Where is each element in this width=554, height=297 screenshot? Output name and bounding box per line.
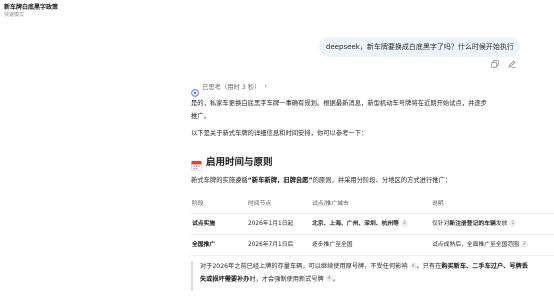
answer-intro: 是的，私家车更换白底黑字车牌一事确有规划。根据最新消息，新型机动车号牌将在近期开… [191, 100, 487, 120]
quote-part-1: 对于2026年之前已经上牌的存量车辆，可以继续使用原号牌，不受任何影响 [200, 263, 408, 270]
note-pre: 仅针对 [432, 221, 450, 227]
copy-icon[interactable] [491, 60, 499, 68]
section-title: 启用时间与原则 [206, 157, 273, 168]
quote-text: 对于2026年之前已经上牌的存量车辆，可以继续使用原号牌，不受任何影响 4 。只有在… [200, 261, 531, 286]
note-bold: 新注册登记的车辆 [449, 221, 496, 227]
table-row: 全国推广 2026年7月1日后 逐步推广至全国 试点成熟后，全面推广至全国范围 2 [191, 235, 554, 256]
thinking-toggle[interactable]: 已思考（用时 3 秒） › [191, 81, 267, 97]
cell-note: 仅针对新注册登记的车辆发放 2 [432, 214, 517, 234]
header-stage: 阶段 [192, 201, 204, 207]
rule-text-pre: 新式车牌的实施遵循 [191, 177, 248, 184]
citation-badge[interactable]: 2 [520, 241, 528, 248]
table-header-row: 阶段 时间节点 试点/推广城市 说明 [191, 194, 554, 214]
cell-stage: 试点实施 [192, 221, 216, 227]
rule-paragraph: 新式车牌的实施遵循“新车新牌，旧牌自愿”的原则，并采用分阶段、分地区的方式进行推… [191, 175, 531, 188]
cell-note: 试点成熟后，全面推广至全国范围 2 [432, 235, 528, 255]
calendar-icon [191, 156, 202, 171]
citation-badge[interactable]: 2 [509, 220, 517, 227]
note-post: 发放 [495, 221, 508, 227]
header-date: 时间节点 [248, 201, 272, 207]
cell-cities: 北京、上海、广州、深圳、杭州等 2 [312, 214, 408, 234]
cell-stage: 全国推广 [192, 242, 216, 248]
citation-badge[interactable]: 4 [409, 262, 417, 270]
answer-lead: 以下是关于新式车牌的详细信息和时间安排，你可以参考一下： [191, 130, 368, 137]
conversation-title: 新车牌白底黑字政策 [4, 4, 59, 11]
message-actions [491, 60, 516, 68]
note-pre: 试点成熟后，全面推广至全国范围 [432, 242, 519, 248]
header-note: 说明 [432, 201, 444, 207]
quote-part-4: 。 [332, 275, 339, 283]
conversation-mode: 快速模式 [4, 12, 25, 18]
conversation-header: 新车牌白底黑字政策 快速模式 [4, 4, 58, 19]
header-cities: 试点/推广城市 [312, 201, 349, 207]
chevron-right-icon: › [264, 82, 267, 90]
cities-text: 北京、上海、广州、深圳、杭州等 [312, 221, 399, 227]
thinking-icon [191, 82, 199, 97]
blockquote: 对于2026年之前已经上牌的存量车辆，可以继续使用原号牌，不受任何影响 4 。只有在… [191, 261, 531, 291]
user-message-bubble: deepseek，新车牌要换成白底黑字了吗？什么时候开始执行 [319, 37, 520, 57]
rule-text-bold: “新车新牌，旧牌自愿” [247, 177, 313, 184]
section-heading: 启用时间与原则 [191, 154, 273, 171]
rule-text-post: 的原则，并采用分阶段、分地区的方式进行推广： [312, 177, 452, 184]
cell-date: 2026年7月1日后 [248, 242, 294, 248]
thinking-label: 已思考（用时 3 秒） [202, 83, 261, 91]
cell-date: 2026年1月1日起 [248, 221, 294, 227]
quote-part-3: 时，才会强制使用新式号牌 [249, 275, 324, 283]
quote-part-2: 。只有在 [416, 263, 442, 270]
edit-icon[interactable] [508, 60, 516, 68]
cell-cities: 逐步推广至全国 [312, 242, 353, 248]
schedule-table: 阶段 时间节点 试点/推广城市 说明 试点实施 2026年1月1日起 北京、上海… [191, 194, 554, 256]
citation-badge[interactable]: 4 [325, 275, 333, 282]
citation-badge[interactable]: 2 [400, 220, 408, 227]
table-row: 试点实施 2026年1月1日起 北京、上海、广州、深圳、杭州等 2 仅针对新注册登… [191, 214, 554, 235]
